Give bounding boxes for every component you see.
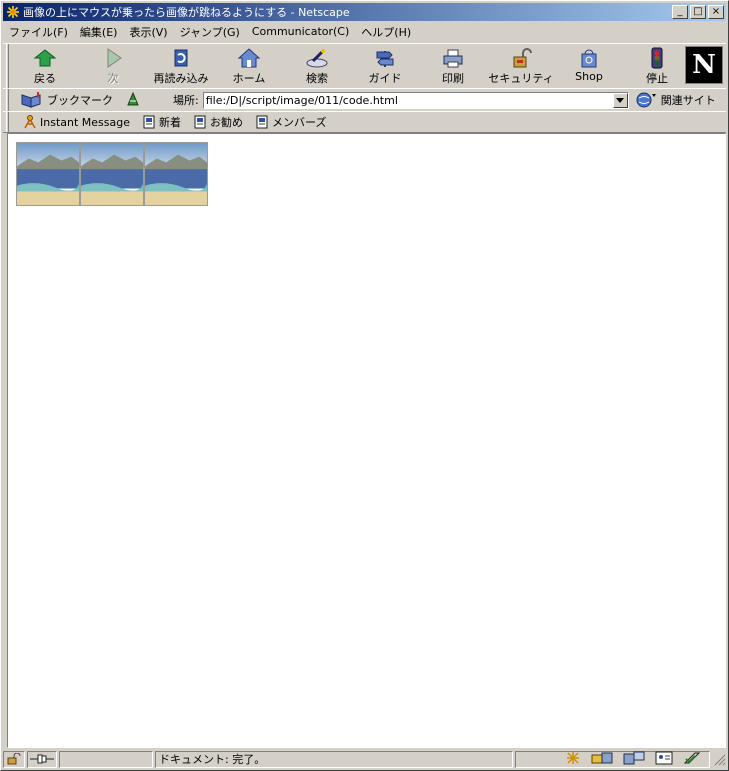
close-button[interactable]: ×	[708, 5, 724, 19]
back-arrow-icon	[33, 49, 57, 67]
new-button[interactable]: 新着	[142, 114, 181, 130]
related-sites-label: 関連サイト	[660, 94, 716, 107]
forward-button[interactable]: 次	[79, 44, 147, 86]
menu-view[interactable]: 表示(V)	[123, 24, 173, 40]
navigation-toolbar: 戻る 次 再読み込み ホーム 検索 ガイド 印刷 セキュリティ Shop 停止 …	[3, 43, 726, 89]
personal-grip[interactable]	[3, 112, 11, 132]
forward-label: 次	[107, 72, 119, 85]
back-label: 戻る	[34, 72, 56, 85]
stop-button[interactable]: 停止	[623, 44, 691, 86]
browser-window: 画像の上にマウスが乗ったら画像が跳ねるようにする - Netscape _ □ …	[0, 0, 729, 771]
bookmarks-book-icon	[21, 92, 41, 108]
printer-icon	[443, 49, 463, 68]
location-url-field[interactable]: file:/D|/script/image/011/code.html	[202, 91, 629, 109]
forward-arrow-icon	[107, 48, 122, 68]
print-button[interactable]: 印刷	[419, 44, 487, 86]
home-label: ホーム	[232, 72, 266, 85]
search-label: 検索	[306, 72, 328, 85]
resize-grip-icon[interactable]	[712, 752, 726, 766]
search-button[interactable]: 検索	[283, 44, 351, 86]
progress-cell	[59, 750, 153, 768]
beach-image-row	[16, 142, 208, 206]
page-content[interactable]	[7, 133, 726, 748]
back-button[interactable]: 戻る	[11, 44, 79, 86]
home-icon	[237, 48, 261, 68]
toolbar-grip[interactable]	[3, 44, 11, 88]
component-bar	[515, 750, 710, 768]
status-bar: ドキュメント: 完了。	[3, 749, 726, 769]
bookmarks-button[interactable]: ブックマーク	[21, 92, 113, 108]
bookmarks-label: ブックマーク	[47, 94, 113, 107]
reload-icon	[174, 49, 188, 67]
location-toolbar: ブックマーク 場所: file:/D|/script/image/011/cod…	[3, 88, 726, 112]
location-grip[interactable]	[3, 89, 11, 111]
recommend-button[interactable]: お勧め	[193, 114, 243, 130]
security-button[interactable]: セキュリティ	[487, 44, 555, 86]
status-message: ドキュメント: 完了。	[159, 753, 266, 766]
stop-label: 停止	[646, 72, 668, 85]
recommend-bookmark-page-icon	[194, 115, 206, 129]
beach-image-1[interactable]	[16, 142, 80, 206]
guide-signpost-icon	[376, 51, 394, 67]
status-message-cell: ドキュメント: 完了。	[155, 750, 513, 768]
security-lock-icon	[513, 48, 532, 68]
unlocked-padlock-icon	[7, 753, 21, 765]
beach-image-2[interactable]	[80, 142, 144, 206]
new-bookmark-page-icon	[143, 115, 155, 129]
navigator-component-icon[interactable]	[565, 751, 581, 768]
minimize-button[interactable]: _	[672, 5, 688, 19]
personal-toolbar: Instant Message 新着 お勧め メンバーズ	[3, 111, 726, 133]
beach-image-3[interactable]	[144, 142, 208, 206]
menu-file[interactable]: ファイル(F)	[3, 24, 74, 40]
shop-label: Shop	[575, 70, 603, 83]
shop-button[interactable]: Shop	[555, 44, 623, 86]
members-bookmark-page-icon	[256, 115, 268, 129]
instant-message-person-icon	[24, 115, 36, 129]
address-book-component-icon[interactable]	[655, 751, 673, 768]
page-proxy-icon[interactable]	[125, 91, 141, 110]
members-button[interactable]: メンバーズ	[255, 114, 326, 130]
menu-go[interactable]: ジャンプ(G)	[174, 24, 246, 40]
instant-message-label: Instant Message	[40, 115, 130, 129]
reload-button[interactable]: 再読み込み	[147, 44, 215, 86]
shopping-bag-icon	[581, 49, 597, 68]
menu-communicator[interactable]: Communicator(C)	[246, 25, 355, 38]
connection-status-cell[interactable]	[27, 750, 57, 768]
related-sites-button[interactable]: 関連サイト	[635, 91, 716, 109]
menu-edit[interactable]: 編集(E)	[74, 24, 124, 40]
mail-component-icon[interactable]	[591, 751, 613, 768]
online-plug-icon	[30, 754, 54, 764]
home-button[interactable]: ホーム	[215, 44, 283, 86]
guide-label: ガイド	[368, 72, 402, 85]
search-icon	[306, 49, 328, 68]
members-label: メンバーズ	[272, 116, 327, 129]
location-label: 場所:	[173, 94, 199, 107]
menu-help[interactable]: ヘルプ(H)	[355, 24, 417, 40]
guide-button[interactable]: ガイド	[351, 44, 419, 86]
netscape-logo-letter: N	[692, 50, 716, 80]
security-label: セキュリティ	[488, 72, 554, 85]
netscape-logo[interactable]: N	[685, 46, 723, 84]
instant-message-button[interactable]: Instant Message	[23, 115, 130, 129]
recommend-label: お勧め	[210, 116, 243, 129]
dropdown-arrow-icon	[616, 97, 625, 103]
netscape-app-icon	[6, 5, 20, 19]
location-history-dropdown-button[interactable]	[612, 92, 628, 108]
location-url-text[interactable]: file:/D|/script/image/011/code.html	[204, 94, 613, 107]
related-sites-globe-icon	[636, 92, 656, 108]
composer-component-icon[interactable]	[683, 751, 703, 768]
window-title: 画像の上にマウスが乗ったら画像が跳ねるようにする - Netscape	[23, 6, 350, 19]
reload-label: 再読み込み	[153, 72, 209, 85]
security-status-cell[interactable]	[3, 750, 25, 768]
newsgroup-component-icon[interactable]	[623, 751, 645, 768]
menu-bar: ファイル(F) 編集(E) 表示(V) ジャンプ(G) Communicator…	[3, 22, 726, 41]
new-label: 新着	[159, 116, 181, 129]
stop-traffic-light-icon	[651, 47, 663, 69]
title-bar[interactable]: 画像の上にマウスが乗ったら画像が跳ねるようにする - Netscape _ □ …	[3, 3, 726, 21]
print-label: 印刷	[442, 72, 464, 85]
maximize-button[interactable]: □	[690, 5, 706, 19]
